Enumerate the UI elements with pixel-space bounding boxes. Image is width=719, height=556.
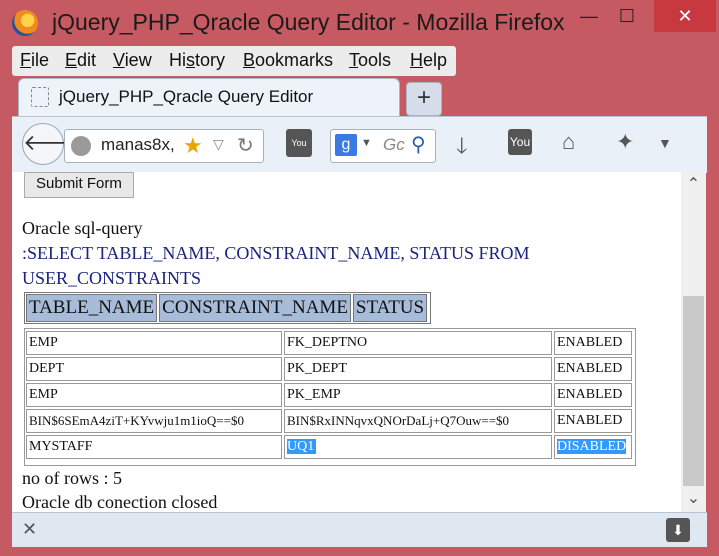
maximize-button[interactable]: ☐ [604,0,650,32]
globe-icon [71,136,91,156]
bookmark-star-icon[interactable]: ★ [183,133,203,159]
menu-view-accel: V [113,50,125,70]
header-table-name: TABLE_NAME [26,294,158,322]
new-tab-button[interactable]: + [406,82,442,116]
table-cell: BIN$6SEmA4ziT+KYvwju1m1ioQ==$0 [26,409,282,433]
download-icon[interactable]: 🡓 [456,129,467,167]
url-bar[interactable]: manas8x, ★ ▽ ↻ [64,129,264,163]
menu-file-label: ile [31,50,50,70]
menu-history-accel: s [186,50,195,70]
table-cell: PK_DEPT [284,357,552,381]
header-status: STATUS [352,294,428,322]
query-line-1: :SELECT TABLE_NAME, CONSTRAINT_NAME, STA… [22,243,530,263]
selected-text: UQ1 [287,439,317,454]
query-heading: Oracle sql-query [22,218,143,238]
google-search-icon[interactable]: g [335,134,357,156]
table-cell: ENABLED [554,357,632,381]
menu-file-accel: F [20,50,31,70]
submit-form-button[interactable]: Submit Form [24,172,134,198]
menu-history-label: tory [195,50,226,70]
menu-help[interactable]: Help [410,50,447,71]
row-count-text: no of rows : 5 [22,468,122,488]
table-cell: UQ1 [284,435,552,459]
menu-bookmarks-accel: B [243,50,256,70]
tab-label: jQuery_PHP_Qracle Query Editor [59,87,314,106]
menu-edit[interactable]: Edit [65,50,96,71]
menu-view-label: iew [124,50,152,70]
connection-closed-text: Oracle db conection closed [22,492,218,512]
query-line-2: USER_CONSTRAINTS [22,268,202,288]
download-icon[interactable]: ⬇ [666,518,690,542]
table-cell: BIN$RxINNqvxQNOrDaLj+Q7Ouw==$0 [284,409,552,433]
home-icon[interactable]: ⌂ [562,129,575,155]
table-cell: ENABLED [554,331,632,355]
navigation-toolbar: 🡐 manas8x, ★ ▽ ↻ You g ▼ Gc ⚲ 🡓 You ⌂ ✦ … [12,116,719,173]
header-constraint-name: CONSTRAINT_NAME [159,294,351,322]
result-header-table: TABLE_NAME CONSTRAINT_NAME STATUS [24,292,432,324]
url-text[interactable]: manas8x, [101,135,175,155]
table-cell: DISABLED [554,435,632,459]
table-cell: ENABLED [554,409,632,433]
scroll-down-icon[interactable]: ⌄ [681,486,706,512]
menu-dropdown-icon[interactable]: ▼ [658,135,672,151]
firefox-window: jQuery_PHP_Qracle Query Editor - Mozilla… [0,0,719,556]
menu-bar: File Edit View History Bookmarks Tools H… [12,46,456,76]
table-cell: EMP [26,331,282,355]
firefox-logo-icon[interactable] [12,10,38,36]
status-bar: ✕ ⬇ [12,512,707,547]
tab-query-editor[interactable]: jQuery_PHP_Qracle Query Editor [18,78,400,117]
result-data-table: EMP FK_DEPTNO ENABLED DEPT PK_DEPT ENABL… [24,328,636,466]
table-cell: PK_EMP [284,383,552,407]
search-icon[interactable]: ⚲ [411,132,426,157]
table-cell: FK_DEPTNO [284,331,552,355]
menu-edit-accel: E [65,50,78,70]
page-content: Submit Form Oracle sql-query :SELECT TAB… [12,172,681,512]
menu-tools[interactable]: Tools [349,50,391,71]
youtube-icon[interactable]: You [508,129,532,155]
menu-help-label: elp [423,50,448,70]
close-icon[interactable]: ✕ [22,519,37,540]
menu-view[interactable]: View [113,50,152,71]
table-cell: MYSTAFF [26,435,282,459]
window-border [707,116,719,556]
table-cell: EMP [26,383,282,407]
table-cell: DEPT [26,357,282,381]
reload-icon[interactable]: ↻ [237,133,254,158]
search-engine-dropdown-icon[interactable]: ▼ [361,137,372,149]
back-button[interactable]: 🡐 [22,123,82,165]
vertical-scrollbar[interactable]: ⌃ ⌄ [681,172,706,512]
menu-history[interactable]: History [169,50,225,71]
selected-text: DISABLED [557,439,627,454]
window-title: jQuery_PHP_Qracle Query Editor - Mozilla… [52,9,565,35]
search-input[interactable]: Gc [383,135,405,155]
menu-bookmarks[interactable]: Bookmarks [243,50,333,71]
menu-history-pre: Hi [169,50,186,70]
menu-tools-label: ools [358,50,392,70]
youtube-icon[interactable]: You [286,129,312,157]
table-cell: ENABLED [554,383,632,407]
menu-edit-label: dit [77,50,97,70]
scroll-up-icon[interactable]: ⌃ [681,172,706,198]
menu-help-accel: H [410,50,423,70]
title-bar: jQuery_PHP_Qracle Query Editor - Mozilla… [0,0,719,46]
chevron-down-icon[interactable]: ▽ [213,136,224,153]
scrollbar-thumb[interactable] [683,296,704,486]
menu-tools-accel: T [349,50,358,70]
search-bar[interactable]: g ▼ Gc ⚲ [330,129,436,163]
tab-bar: jQuery_PHP_Qracle Query Editor + [12,78,712,118]
addon-icon[interactable]: ✦ [616,129,634,155]
menu-bookmarks-label: ookmarks [255,50,334,70]
page-icon [31,87,49,107]
close-window-button[interactable]: ✕ [654,0,716,32]
menu-file[interactable]: File [20,50,49,71]
